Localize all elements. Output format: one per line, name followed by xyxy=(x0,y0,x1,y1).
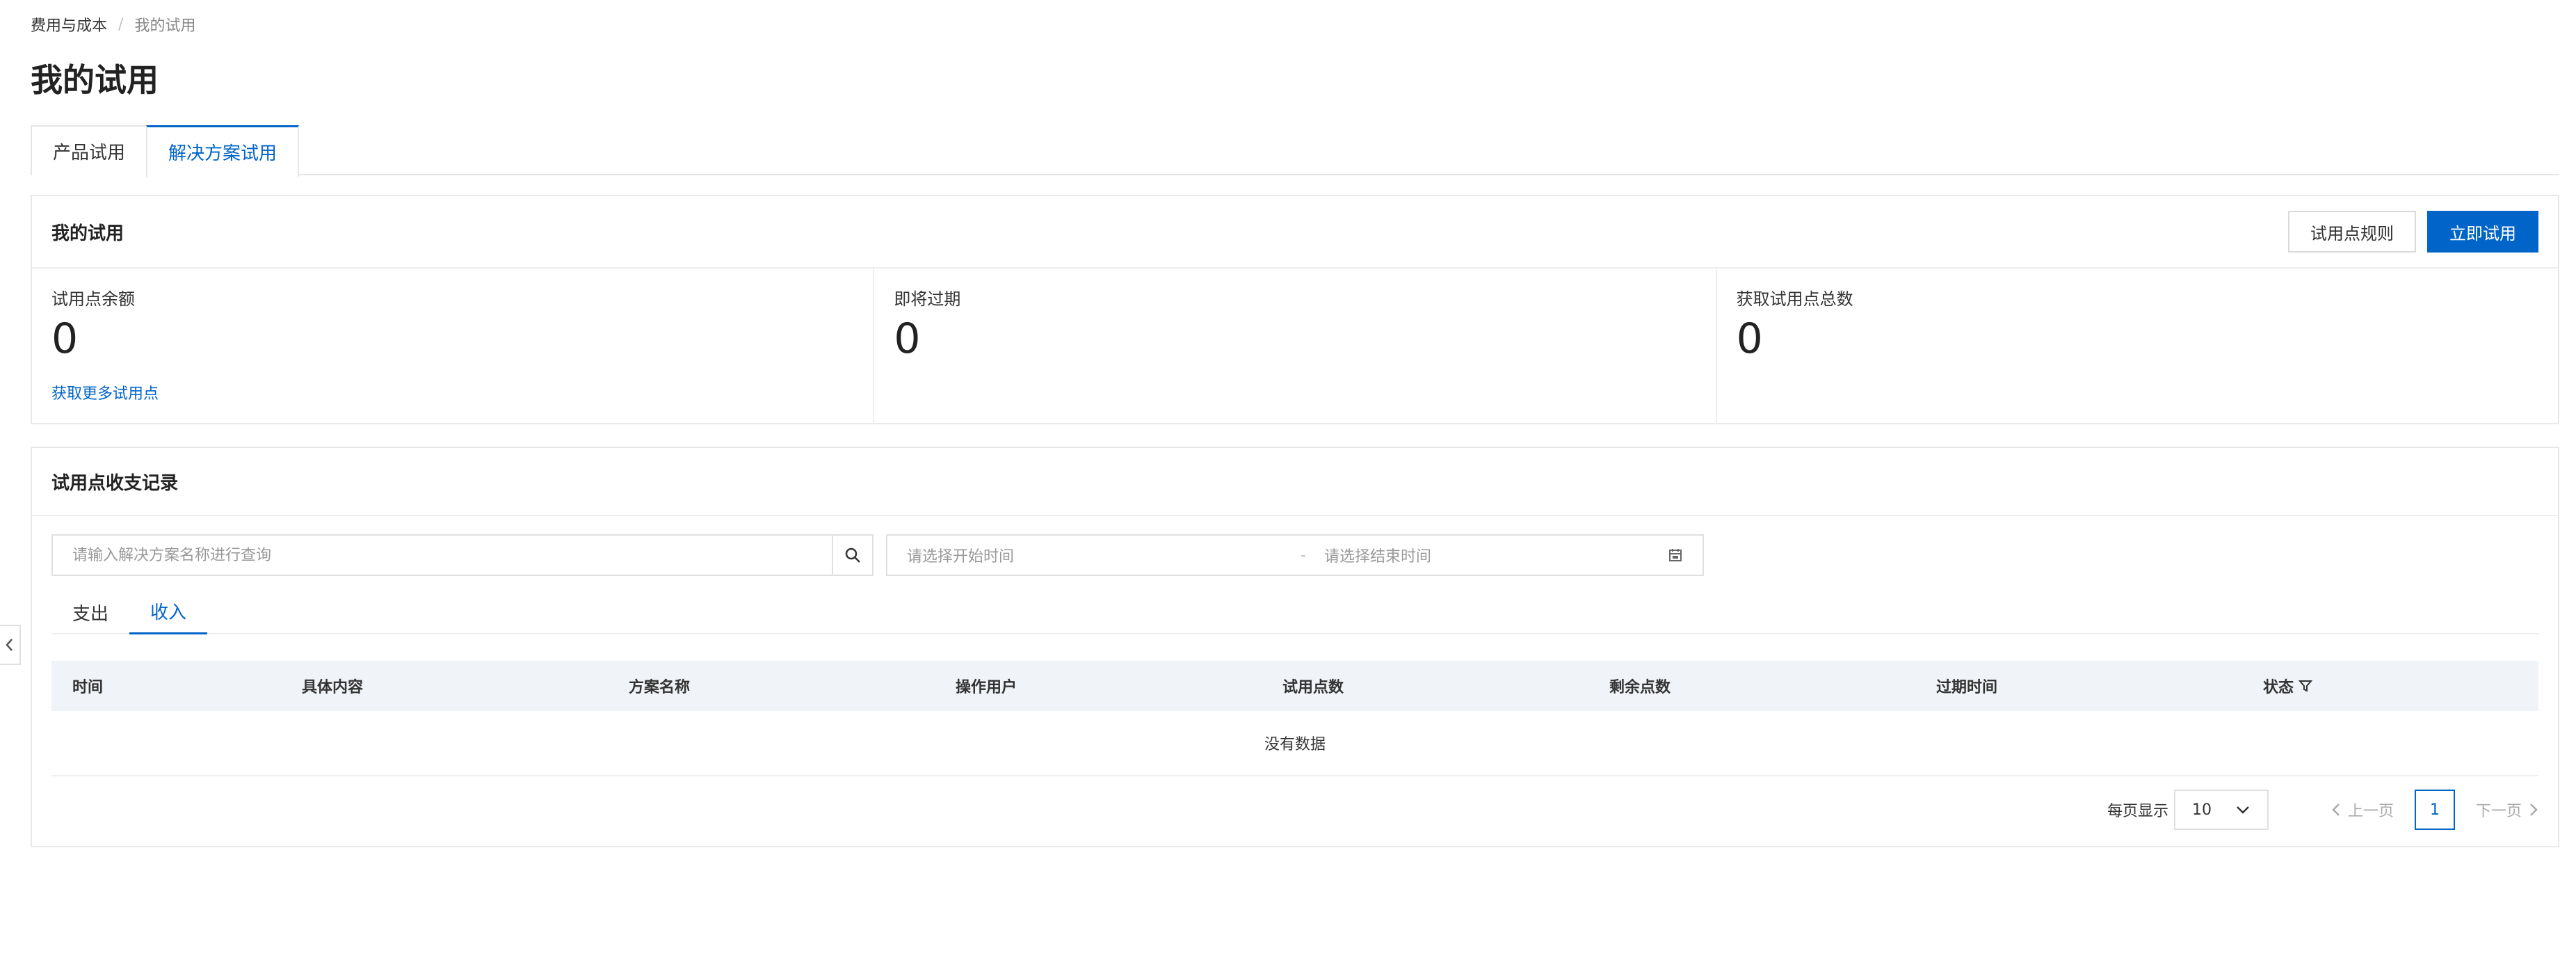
records-card: 试用点收支记录 请选择开始时间 - 请选择结束时间 支出 收入 时间 xyxy=(31,447,2559,847)
trial-summary-title: 我的试用 xyxy=(51,223,124,244)
stat-total-value: 0 xyxy=(1736,314,1763,363)
stat-expiring-value: 0 xyxy=(894,314,921,363)
page-size-label: 每页显示 xyxy=(2107,803,2168,820)
next-page-button[interactable]: 下一页 xyxy=(2476,799,2538,821)
column-header-solution-name: 方案名称 xyxy=(629,679,691,696)
subtab-income[interactable]: 收入 xyxy=(129,590,208,634)
search-icon xyxy=(845,547,860,563)
records-subtabs: 支出 收入 xyxy=(51,590,2538,634)
subtab-expense[interactable]: 支出 xyxy=(51,590,129,634)
breadcrumb-parent-link[interactable]: 费用与成本 xyxy=(31,13,107,35)
date-range-picker[interactable]: 请选择开始时间 - 请选择结束时间 xyxy=(886,534,1704,576)
trial-summary-card: 我的试用 试用点规则 立即试用 试用点余额 0 获取更多试用点 即将过期 0 获… xyxy=(31,195,2559,424)
page-number-current[interactable]: 1 xyxy=(2414,790,2455,830)
chevron-down-icon xyxy=(2237,806,2249,814)
page-title: 我的试用 xyxy=(31,61,159,99)
stat-total: 获取试用点总数 0 xyxy=(1715,269,2558,424)
trial-summary-actions: 试用点规则 立即试用 xyxy=(2288,211,2538,253)
records-filter-row: 请选择开始时间 - 请选择结束时间 xyxy=(51,534,1704,576)
stat-total-label: 获取试用点总数 xyxy=(1736,289,1853,309)
try-now-button[interactable]: 立即试用 xyxy=(2427,211,2538,253)
chevron-right-icon xyxy=(2530,803,2538,816)
next-page-label: 下一页 xyxy=(2475,803,2522,820)
pager: 上一页 1 下一页 xyxy=(2331,790,2538,830)
prev-page-label: 上一页 xyxy=(2347,803,2394,820)
end-date-input[interactable]: 请选择结束时间 xyxy=(1324,544,1668,566)
table-header: 时间 具体内容 方案名称 操作用户 试用点数 剩余点数 过期时间 状态 xyxy=(51,661,2538,711)
table-empty-row: 没有数据 xyxy=(51,711,2538,776)
date-range-separator: - xyxy=(1301,546,1306,564)
stat-expiring-label: 即将过期 xyxy=(894,289,961,309)
page-size-select[interactable]: 10 xyxy=(2173,790,2269,830)
search-box xyxy=(51,534,874,576)
solution-search-input[interactable] xyxy=(53,536,832,575)
column-header-content: 具体内容 xyxy=(302,679,364,696)
column-header-points: 试用点数 xyxy=(1282,679,1344,696)
breadcrumb-separator: / xyxy=(118,15,124,33)
stat-balance-value: 0 xyxy=(51,314,79,363)
column-header-operator: 操作用户 xyxy=(956,679,1017,696)
column-header-time: 时间 xyxy=(72,679,104,696)
stat-expiring: 即将过期 0 xyxy=(873,269,1715,424)
sidebar-collapse-handle[interactable] xyxy=(0,625,21,665)
page-size-value: 10 xyxy=(2191,801,2212,819)
stat-balance-label: 试用点余额 xyxy=(51,289,135,309)
search-button[interactable] xyxy=(832,536,872,575)
breadcrumb-current: 我的试用 xyxy=(134,17,196,35)
column-header-expiry: 过期时间 xyxy=(1936,679,1998,696)
column-header-remaining: 剩余点数 xyxy=(1609,679,1671,696)
chevron-left-icon xyxy=(6,639,13,651)
breadcrumb: 费用与成本 / 我的试用 xyxy=(31,14,195,35)
get-more-points-link[interactable]: 获取更多试用点 xyxy=(51,381,159,403)
records-table: 时间 具体内容 方案名称 操作用户 试用点数 剩余点数 过期时间 状态 没有数据 xyxy=(51,661,2538,776)
records-title: 试用点收支记录 xyxy=(51,472,179,494)
records-header: 试用点收支记录 xyxy=(32,448,2558,516)
pagination: 每页显示 10 上一页 1 下一页 xyxy=(2107,789,2538,831)
tab-solution-trial[interactable]: 解决方案试用 xyxy=(146,125,300,177)
start-date-input[interactable]: 请选择开始时间 xyxy=(907,544,1282,566)
column-header-status-label: 状态 xyxy=(2263,679,2294,696)
column-header-status: 状态 xyxy=(2242,675,2538,697)
stat-balance: 试用点余额 0 获取更多试用点 xyxy=(32,269,873,424)
chevron-left-icon xyxy=(2332,803,2340,816)
filter-icon[interactable] xyxy=(2298,678,2313,694)
trial-stats: 试用点余额 0 获取更多试用点 即将过期 0 获取试用点总数 0 xyxy=(32,269,2558,424)
trial-rules-button[interactable]: 试用点规则 xyxy=(2288,211,2416,253)
trial-summary-header: 我的试用 试用点规则 立即试用 xyxy=(32,196,2558,269)
main-tabs: 产品试用 解决方案试用 xyxy=(31,125,2559,177)
calendar-icon xyxy=(1669,549,1682,561)
tab-product-trial[interactable]: 产品试用 xyxy=(31,125,148,175)
prev-page-button[interactable]: 上一页 xyxy=(2331,799,2394,821)
